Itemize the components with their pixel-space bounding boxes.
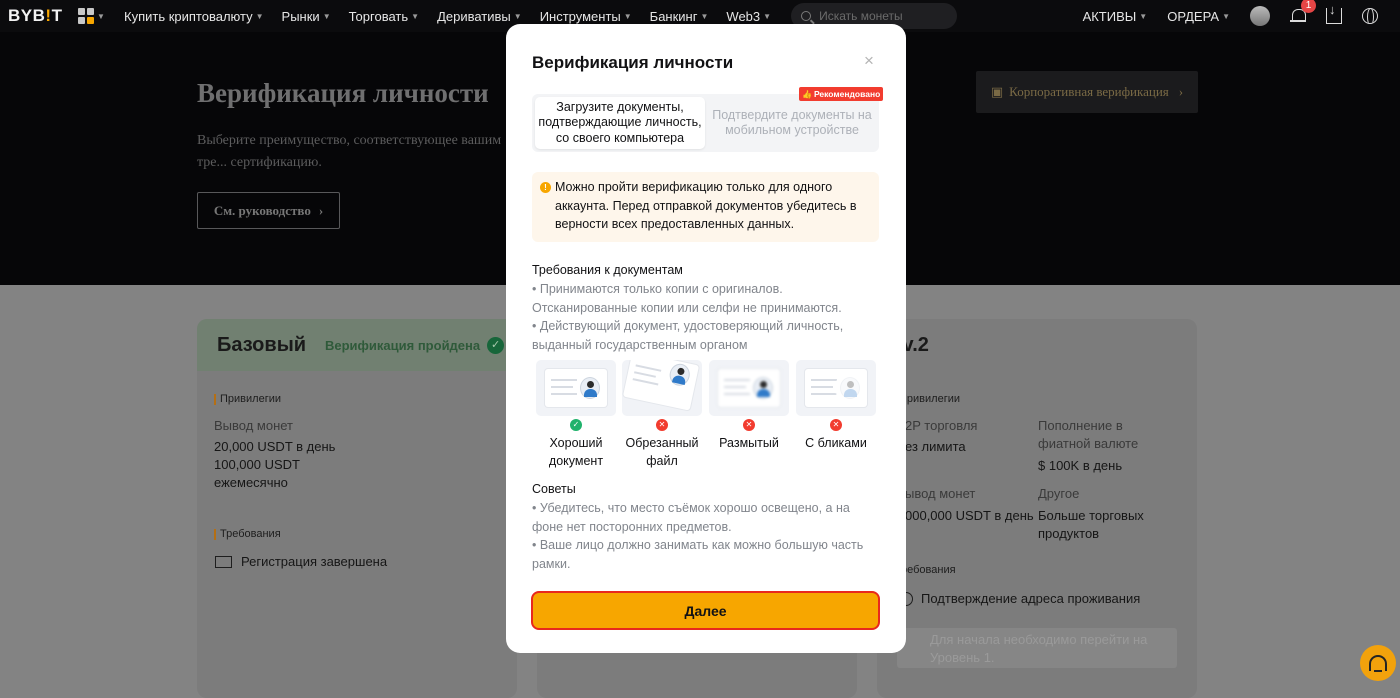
- chevron-down-icon: ▼: [513, 11, 522, 21]
- level-note: Для начала необходимо перейти на Уровень…: [897, 628, 1177, 668]
- chevron-down-icon: ▼: [700, 11, 709, 21]
- section-label: Привилегии: [899, 393, 960, 405]
- tip-line: • Ваше лицо должно занимать как можно бо…: [532, 538, 864, 571]
- apps-grid-icon[interactable]: ▼: [78, 8, 106, 24]
- tab-upload-computer[interactable]: Загрузите документы, подтверждающие личн…: [535, 97, 705, 149]
- page-title: Верификация личности: [197, 78, 489, 108]
- check-icon: ✓: [487, 337, 505, 354]
- id-card-image: [536, 360, 616, 416]
- example-glare: ✕ С бликами: [796, 360, 876, 452]
- building-icon: ▣: [990, 84, 1004, 99]
- chevron-down-icon: ▼: [623, 11, 632, 21]
- example-label: Хороший документ: [548, 436, 604, 468]
- avatar[interactable]: [1250, 6, 1270, 26]
- verification-modal: Верификация личности × Загрузите докумен…: [506, 24, 906, 653]
- example-label: С бликами: [805, 436, 867, 450]
- requirements-title: Требования к документам: [532, 263, 683, 277]
- page-subtitle: Выберите преимущество, соответствующее в…: [197, 133, 502, 170]
- cross-icon: ✕: [656, 419, 668, 431]
- requirement-line: • Принимаются только копии с оригиналов.…: [532, 282, 842, 315]
- requirement-item: Подтверждение адреса проживания: [899, 590, 1140, 608]
- modal-title: Верификация личности: [532, 53, 734, 72]
- nav-item-buy-crypto[interactable]: Купить криптовалюту ▼: [124, 9, 264, 24]
- tip-line: • Убедитесь, что место съёмок хорошо осв…: [532, 501, 850, 534]
- withdraw-value: 20,000 USDT в день 100,000 USDT ежемесяч…: [214, 439, 336, 490]
- card-title: Базовый: [217, 334, 307, 356]
- p2p-value: ез лимита: [905, 439, 966, 454]
- chevron-down-icon: ▼: [255, 11, 264, 21]
- requirement-item: Регистрация завершена: [215, 553, 387, 571]
- level-2-card: .v.2 Привилегии 2P торговля ез лимита По…: [877, 319, 1197, 698]
- id-card-image: [796, 360, 876, 416]
- orders-menu[interactable]: ОРДЕРА ▼: [1167, 9, 1230, 24]
- warning-text: Можно пройти верификацию только для одно…: [555, 180, 857, 231]
- check-icon: ✓: [570, 419, 582, 431]
- nav-item-derivatives[interactable]: Деривативы ▼: [437, 9, 522, 24]
- assets-menu[interactable]: АКТИВЫ ▼: [1083, 9, 1148, 24]
- nav-item-markets[interactable]: Рынки ▼: [282, 9, 331, 24]
- chevron-down-icon: ▼: [763, 11, 772, 21]
- notification-badge: 1: [1301, 0, 1316, 13]
- cross-icon: ✕: [743, 419, 755, 431]
- upload-method-tabs: Загрузите документы, подтверждающие личн…: [532, 94, 879, 152]
- example-cropped: ✕ Обрезанный файл: [622, 360, 702, 470]
- bell-icon[interactable]: 1: [1290, 0, 1316, 24]
- other-label: Другое: [1038, 486, 1080, 501]
- envelope-icon: [215, 556, 232, 568]
- section-label: ребования: [901, 564, 956, 576]
- nav-item-trade[interactable]: Торговать ▼: [349, 9, 419, 24]
- logo[interactable]: BYB!T: [8, 6, 64, 26]
- section-label: Требования: [214, 529, 281, 540]
- guide-button[interactable]: См. руководство ›: [197, 192, 340, 229]
- withdraw-label: Вывод монет: [214, 418, 294, 433]
- id-card-image: [709, 360, 789, 416]
- cross-icon: ✕: [830, 419, 842, 431]
- chevron-down-icon: ▼: [411, 11, 420, 21]
- nav-item-tools[interactable]: Инструменты ▼: [540, 9, 632, 24]
- nav-item-banking[interactable]: Банкинг ▼: [650, 9, 709, 24]
- search-icon: [801, 11, 812, 21]
- example-label: Обрезанный файл: [625, 436, 699, 468]
- document-examples: ✓ Хороший документ ✕ Обрезанный файл ✕ Р…: [536, 360, 878, 468]
- recommended-badge: 👍 Рекомендовано: [799, 87, 884, 101]
- chevron-down-icon: ▼: [322, 11, 331, 21]
- example-good: ✓ Хороший документ: [536, 360, 616, 470]
- close-icon[interactable]: ×: [864, 52, 874, 69]
- other-value: Больше торговых продуктов: [1038, 508, 1144, 541]
- id-card-image: [622, 360, 702, 416]
- headset-icon: [1369, 655, 1387, 672]
- globe-icon[interactable]: [1362, 8, 1378, 24]
- withdraw-value: 000,000 USDT в день: [905, 508, 1034, 523]
- fiat-value: $ 100K в день: [1038, 458, 1123, 473]
- level-basic-card: Базовый Верификация пройдена ✓ Привилегии…: [197, 319, 517, 698]
- section-label: Привилегии: [214, 394, 281, 405]
- p2p-label: 2P торговля: [905, 418, 978, 433]
- corporate-verification-button[interactable]: ▣ Корпоративная верификация ›: [976, 71, 1198, 113]
- download-icon[interactable]: [1326, 2, 1342, 24]
- withdraw-label: ывод монет: [905, 486, 976, 501]
- next-button[interactable]: Далее: [531, 591, 880, 630]
- example-blurry: ✕ Размытый: [709, 360, 789, 452]
- requirement-line: • Действующий документ, удостоверяющий л…: [532, 319, 844, 352]
- status-badge: Верификация пройдена ✓: [325, 337, 505, 354]
- tab-mobile[interactable]: Подтвердите документы на мобильном устро…: [708, 97, 876, 149]
- tips-title: Советы: [532, 482, 576, 496]
- info-icon: !: [540, 182, 551, 193]
- requirements-list: • Принимаются только копии с оригиналов.…: [532, 280, 862, 354]
- support-headset-button[interactable]: [1360, 645, 1396, 681]
- fiat-label: Пополнение в фиатной валюте: [1038, 418, 1139, 451]
- nav-item-web3[interactable]: Web3 ▼: [726, 9, 771, 24]
- thumbs-up-icon: 👍: [802, 90, 812, 99]
- warning-banner: ! Можно пройти верификацию только для од…: [532, 172, 879, 242]
- example-label: Размытый: [719, 436, 779, 450]
- tips-list: • Убедитесь, что место съёмок хорошо осв…: [532, 499, 882, 573]
